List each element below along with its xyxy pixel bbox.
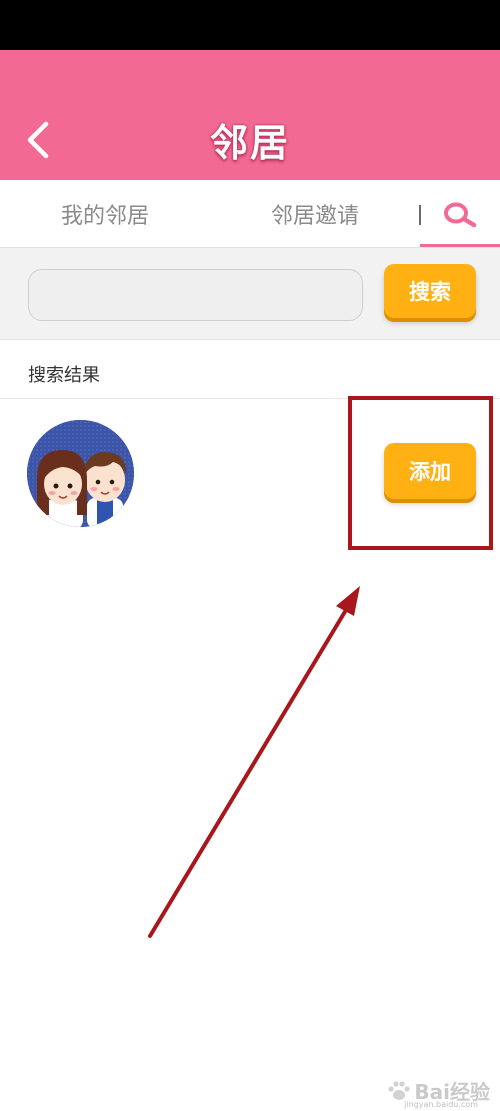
couple-cartoon-avatar-icon (27, 420, 134, 527)
tab-search[interactable] (420, 180, 500, 248)
tab-my-neighbors[interactable]: 我的邻居 (30, 180, 180, 248)
search-button[interactable]: 搜索 (384, 264, 476, 318)
results-header: 搜索结果 (0, 341, 500, 399)
search-bar: 搜索 (0, 248, 500, 340)
watermark-sub: jingyan.baidu.com (404, 1100, 478, 1109)
search-icon (444, 202, 477, 228)
paw-icon (388, 1080, 410, 1100)
search-input[interactable] (28, 269, 363, 321)
result-row: 添加 (0, 400, 500, 550)
app-header: 邻居 (0, 50, 500, 180)
active-tab-indicator (420, 244, 500, 247)
status-bar (0, 0, 500, 50)
page-title: 邻居 (209, 121, 290, 165)
avatar[interactable] (27, 420, 134, 527)
tab-neighbor-invites[interactable]: 邻居邀请 (240, 180, 390, 248)
results-label: 搜索结果 (28, 365, 100, 386)
add-button[interactable]: 添加 (384, 443, 476, 499)
